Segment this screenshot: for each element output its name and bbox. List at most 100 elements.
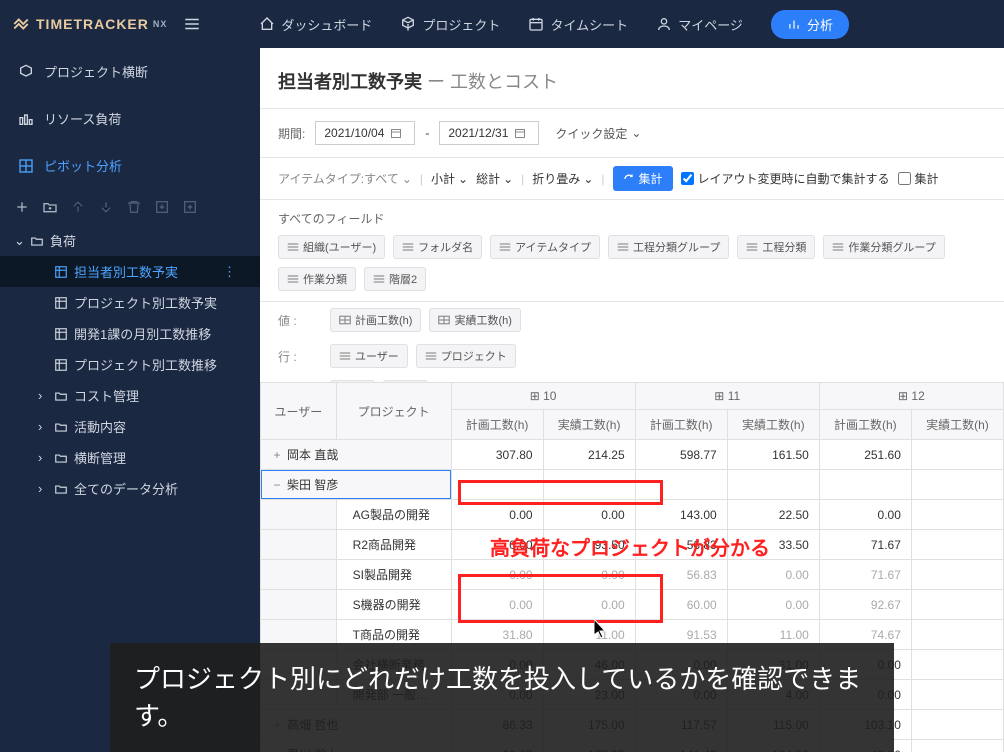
col-project[interactable]: プロジェクト	[336, 383, 451, 440]
col-user[interactable]: ユーザー	[261, 383, 337, 440]
auto-aggregate-checkbox[interactable]: レイアウト変更時に自動で集計する	[681, 170, 890, 187]
expand-icon[interactable]: −	[271, 478, 283, 492]
table-row[interactable]: S機器の開発0.000.0060.000.0092.67	[261, 590, 1004, 620]
chip[interactable]: 組織(ユーザー)	[278, 235, 385, 259]
chevron-right-icon: ›	[38, 481, 48, 496]
arrow-up-icon[interactable]	[70, 199, 86, 215]
chevron-down-icon: ⌄	[14, 233, 24, 249]
expand-icon[interactable]: +	[271, 448, 283, 462]
calendar-icon	[528, 16, 544, 32]
chip[interactable]: 工程分類	[737, 235, 815, 259]
col-month-12[interactable]: ⊞ 12	[819, 383, 1003, 410]
filter-itemtype[interactable]: アイテムタイプ:すべて ⌄	[278, 170, 412, 187]
plus-icon[interactable]	[14, 199, 30, 215]
sidebar-resource-load[interactable]: リソース負荷	[0, 95, 260, 142]
tree-item-2[interactable]: 開発1課の月別工数推移	[0, 318, 260, 349]
chip[interactable]: ユーザー	[330, 344, 408, 368]
date-from-input[interactable]: 2021/10/04	[315, 121, 415, 145]
chip[interactable]: アイテムタイプ	[490, 235, 600, 259]
import-icon[interactable]	[154, 199, 170, 215]
table-row[interactable]: SI製品開発0.000.0056.830.0071.67	[261, 560, 1004, 590]
chevron-down-icon: ⌄	[402, 172, 412, 186]
chip[interactable]: 階層2	[364, 267, 426, 291]
table-row[interactable]: +岡本 直哉307.80214.25598.77161.50251.60	[261, 440, 1004, 470]
value-cell: 598.77	[635, 440, 727, 470]
tree-cost[interactable]: › コスト管理	[0, 380, 260, 411]
nav-project[interactable]: プロジェクト	[400, 15, 500, 34]
chip[interactable]: プロジェクト	[416, 344, 516, 368]
filter-subtotal[interactable]: 小計 ⌄	[431, 170, 468, 187]
user-cell[interactable]: −柴田 智彦	[261, 470, 452, 500]
value-cell: 60.00	[635, 590, 727, 620]
page-title: 担当者別工数予実 ー 工数とコスト	[278, 68, 986, 94]
col-month-11[interactable]: ⊞ 11	[635, 383, 819, 410]
project-cell[interactable]: S機器の開発	[336, 590, 451, 620]
aggregate-button[interactable]: 集計	[613, 166, 673, 191]
aggregate-checkbox[interactable]: 集計	[898, 170, 939, 187]
tree-item-3[interactable]: プロジェクト別工数推移	[0, 349, 260, 380]
col-plan-12[interactable]: 計画工数(h)	[819, 410, 911, 440]
trash-icon[interactable]	[126, 199, 142, 215]
grid-icon	[18, 158, 34, 174]
value-cell	[911, 470, 1003, 500]
user-cell[interactable]: +岡本 直哉	[261, 440, 452, 470]
filter-total[interactable]: 総計 ⌄	[476, 170, 513, 187]
col-plan-10[interactable]: 計画工数(h)	[451, 410, 543, 440]
sidebar-cross-project[interactable]: プロジェクト横断	[0, 48, 260, 95]
col-actual-11[interactable]: 実績工数(h)	[727, 410, 819, 440]
hamburger-icon[interactable]	[183, 15, 201, 33]
tree-item-1[interactable]: プロジェクト別工数予実	[0, 287, 260, 318]
aggregate-input[interactable]	[898, 172, 911, 185]
sidebar-pivot[interactable]: ピボット分析	[0, 142, 260, 189]
chip[interactable]: 実績工数(h)	[429, 308, 520, 332]
bars-icon	[18, 111, 34, 127]
more-icon[interactable]: ⋮	[223, 264, 246, 280]
nav-timesheet[interactable]: タイムシート	[528, 15, 628, 34]
table-row[interactable]: AG製品の開発0.000.00143.0022.500.00	[261, 500, 1004, 530]
chevron-down-icon: ⌄	[631, 126, 641, 140]
chip[interactable]: 作業分類	[278, 267, 356, 291]
col-month-10[interactable]: ⊞ 10	[451, 383, 635, 410]
chip[interactable]: 工程分類グループ	[608, 235, 729, 259]
project-cell[interactable]: R2商品開発	[336, 530, 451, 560]
folder-plus-icon[interactable]	[42, 199, 58, 215]
chip[interactable]: 作業分類グループ	[823, 235, 944, 259]
nav-mypage-label: マイページ	[678, 15, 743, 34]
auto-aggregate-input[interactable]	[681, 172, 694, 185]
tree-load[interactable]: ⌄ 負荷	[0, 225, 260, 256]
project-cell[interactable]: AG製品の開発	[336, 500, 451, 530]
table-icon	[54, 296, 68, 310]
col-actual-12[interactable]: 実績工数(h)	[911, 410, 1003, 440]
tree-all[interactable]: › 全てのデータ分析	[0, 473, 260, 504]
project-cell[interactable]: SI製品開発	[336, 560, 451, 590]
export-icon[interactable]	[182, 199, 198, 215]
value-cell: 251.60	[819, 440, 911, 470]
value-cell: 22.50	[727, 500, 819, 530]
tree-cross[interactable]: › 横断管理	[0, 442, 260, 473]
date-to-input[interactable]: 2021/12/31	[439, 121, 539, 145]
nav-dashboard[interactable]: ダッシュボード	[259, 15, 372, 34]
nav-project-label: プロジェクト	[422, 15, 500, 34]
expand-icon[interactable]: ⊞	[898, 389, 908, 403]
filter-fold[interactable]: 折り畳み ⌄	[532, 170, 593, 187]
value-cell: 0.00	[543, 590, 635, 620]
expand-icon[interactable]: ⊞	[714, 389, 724, 403]
table-row[interactable]: −柴田 智彦	[261, 470, 1004, 500]
expand-icon[interactable]: ⊞	[530, 389, 540, 403]
tree-all-label: 全てのデータ分析	[74, 479, 178, 498]
field-chips: 組織(ユーザー) フォルダ名アイテムタイプ工程分類グループ工程分類作業分類グループ…	[278, 235, 986, 291]
chip[interactable]: 計画工数(h)	[330, 308, 421, 332]
sidebar-toolbar	[0, 189, 260, 225]
col-actual-10[interactable]: 実績工数(h)	[543, 410, 635, 440]
chip[interactable]: フォルダ名	[393, 235, 482, 259]
arrow-down-icon[interactable]	[98, 199, 114, 215]
value-chips: 計画工数(h) 実績工数(h)	[330, 308, 521, 332]
refresh-icon	[623, 173, 635, 185]
table-row[interactable]: R2商品開発0.0093.5056.8333.5071.67	[261, 530, 1004, 560]
nav-analysis-button[interactable]: 分析	[771, 10, 849, 39]
col-plan-11[interactable]: 計画工数(h)	[635, 410, 727, 440]
nav-mypage[interactable]: マイページ	[656, 15, 743, 34]
tree-activity[interactable]: › 活動内容	[0, 411, 260, 442]
tree-item-0[interactable]: 担当者別工数予実 ⋮	[0, 256, 260, 287]
quick-settings[interactable]: クイック設定 ⌄	[555, 125, 641, 142]
